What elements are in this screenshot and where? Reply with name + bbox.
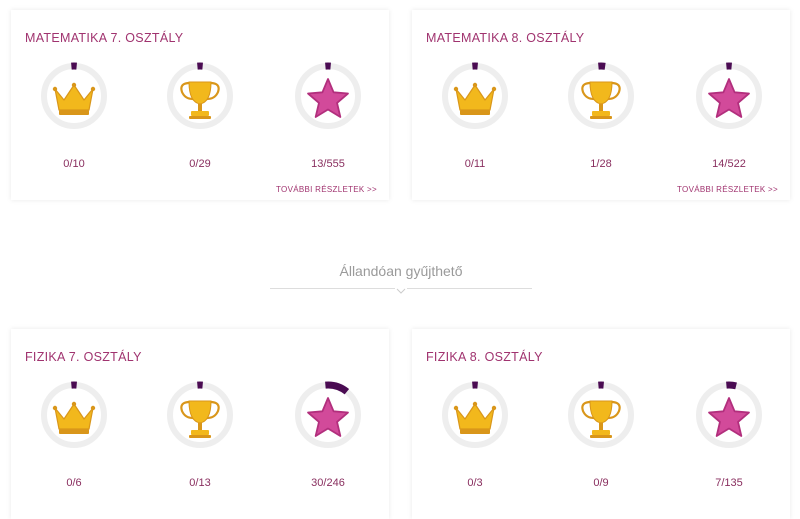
progress-ring — [166, 381, 234, 449]
badge-value: 13/555 — [311, 158, 345, 170]
badge-value: 7/135 — [715, 477, 743, 489]
progress-ring — [695, 381, 763, 449]
badge-crown[interactable]: 0/3 — [430, 381, 520, 501]
progress-ring — [40, 381, 108, 449]
badge-star[interactable]: 13/555 — [283, 62, 373, 182]
badge-value: 14/522 — [712, 158, 746, 170]
progress-ring — [567, 381, 635, 449]
badge-value: 0/11 — [464, 158, 486, 170]
section-title: Állandóan gyűjthető — [339, 263, 463, 279]
progress-ring — [567, 62, 635, 130]
more-details-link[interactable]: TOVÁBBI RÉSZLETEK >> — [276, 185, 377, 194]
badge-star[interactable]: 7/135 — [684, 381, 774, 501]
progress-ring — [166, 62, 234, 130]
card-fizika-8: FIZIKA 8. OSZTÁLY 0/3 0/9 7/135 — [412, 329, 790, 519]
progress-ring — [441, 62, 509, 130]
card-title: MATEMATIKA 7. OSZTÁLY — [25, 31, 184, 45]
card-matematika-7: MATEMATIKA 7. OSZTÁLY 0/10 0/29 13/555 T… — [11, 10, 389, 200]
badge-value: 0/6 — [66, 477, 82, 489]
card-matematika-8: MATEMATIKA 8. OSZTÁLY 0/11 1/28 14/522 T… — [412, 10, 790, 200]
badge-value: 1/28 — [590, 158, 612, 170]
badge-value: 0/29 — [189, 158, 211, 170]
progress-ring — [294, 381, 362, 449]
badge-crown[interactable]: 0/6 — [29, 381, 119, 501]
card-title: FIZIKA 7. OSZTÁLY — [25, 350, 142, 364]
badge-value: 0/10 — [63, 158, 85, 170]
card-title: MATEMATIKA 8. OSZTÁLY — [426, 31, 585, 45]
progress-ring — [40, 62, 108, 130]
card-fizika-7: FIZIKA 7. OSZTÁLY 0/6 0/13 30/246 — [11, 329, 389, 519]
badge-crown[interactable]: 0/11 — [430, 62, 520, 182]
section-divider: Állandóan gyűjthető — [270, 258, 532, 298]
card-title: FIZIKA 8. OSZTÁLY — [426, 350, 543, 364]
chevron-down-icon — [395, 286, 407, 296]
badge-star[interactable]: 30/246 — [283, 381, 373, 501]
badge-value: 0/3 — [467, 477, 483, 489]
progress-ring — [294, 62, 362, 130]
badge-value: 30/246 — [311, 477, 345, 489]
more-details-link[interactable]: TOVÁBBI RÉSZLETEK >> — [677, 185, 778, 194]
badge-trophy[interactable]: 0/13 — [155, 381, 245, 501]
badge-trophy[interactable]: 0/29 — [155, 62, 245, 182]
badge-value: 0/9 — [593, 477, 609, 489]
badge-star[interactable]: 14/522 — [684, 62, 774, 182]
badge-crown[interactable]: 0/10 — [29, 62, 119, 182]
progress-ring — [695, 62, 763, 130]
badge-trophy[interactable]: 1/28 — [556, 62, 646, 182]
badge-value: 0/13 — [189, 477, 211, 489]
progress-ring — [441, 381, 509, 449]
badge-trophy[interactable]: 0/9 — [556, 381, 646, 501]
